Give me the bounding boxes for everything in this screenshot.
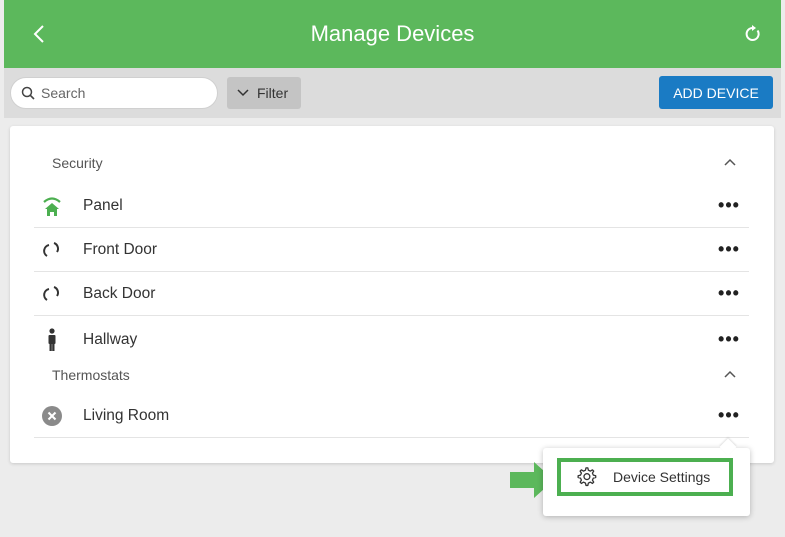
- refresh-button[interactable]: [741, 22, 765, 46]
- section-header-security: Security: [52, 155, 103, 171]
- filter-label: Filter: [257, 85, 289, 101]
- refresh-icon: [745, 25, 760, 41]
- search-icon: [21, 86, 35, 100]
- gear-icon: [577, 467, 597, 487]
- device-name: Panel: [83, 196, 123, 214]
- more-options-button[interactable]: •••: [717, 404, 741, 426]
- collapse-security-button[interactable]: [722, 154, 738, 170]
- add-device-button[interactable]: ADD DEVICE: [659, 76, 773, 109]
- chevron-up-icon: [724, 158, 736, 166]
- search-box[interactable]: [10, 77, 218, 109]
- door-sensor-icon: [38, 280, 66, 308]
- chevron-down-icon: [237, 89, 249, 97]
- more-options-button[interactable]: •••: [717, 238, 741, 260]
- search-input[interactable]: [41, 85, 201, 101]
- device-list-card: Security Panel ••• Front Door ••• Back D…: [10, 126, 774, 463]
- more-options-button[interactable]: •••: [717, 282, 741, 304]
- device-row-hallway[interactable]: Hallway •••: [34, 318, 749, 362]
- chevron-up-icon: [724, 370, 736, 378]
- app-header: Manage Devices: [4, 0, 781, 68]
- filter-button[interactable]: Filter: [227, 77, 301, 109]
- offline-x-icon: [38, 402, 66, 430]
- device-name: Front Door: [83, 240, 158, 258]
- collapse-thermostats-button[interactable]: [722, 366, 738, 382]
- page-title: Manage Devices: [310, 21, 475, 46]
- more-options-button[interactable]: •••: [717, 328, 741, 350]
- panel-home-icon: [38, 192, 66, 220]
- device-name: Hallway: [83, 331, 138, 348]
- menu-item-label: Device Settings: [613, 469, 711, 485]
- section-header-thermostats: Thermostats: [52, 367, 130, 383]
- motion-sensor-person-icon: [38, 326, 66, 354]
- more-options-button[interactable]: •••: [717, 194, 741, 216]
- device-name: Back Door: [83, 284, 156, 302]
- device-settings-menu-item[interactable]: Device Settings: [557, 458, 733, 496]
- device-name: Living Room: [83, 406, 170, 424]
- toolbar: Filter ADD DEVICE: [4, 68, 781, 118]
- back-button[interactable]: [28, 20, 50, 48]
- device-options-popup: Device Settings: [543, 438, 750, 516]
- door-sensor-icon: [38, 236, 66, 264]
- device-row-back-door[interactable]: Back Door •••: [34, 272, 749, 316]
- device-row-living-room[interactable]: Living Room •••: [34, 394, 749, 438]
- device-row-panel[interactable]: Panel •••: [34, 184, 749, 228]
- chevron-left-icon: [33, 25, 44, 43]
- device-row-front-door[interactable]: Front Door •••: [34, 228, 749, 272]
